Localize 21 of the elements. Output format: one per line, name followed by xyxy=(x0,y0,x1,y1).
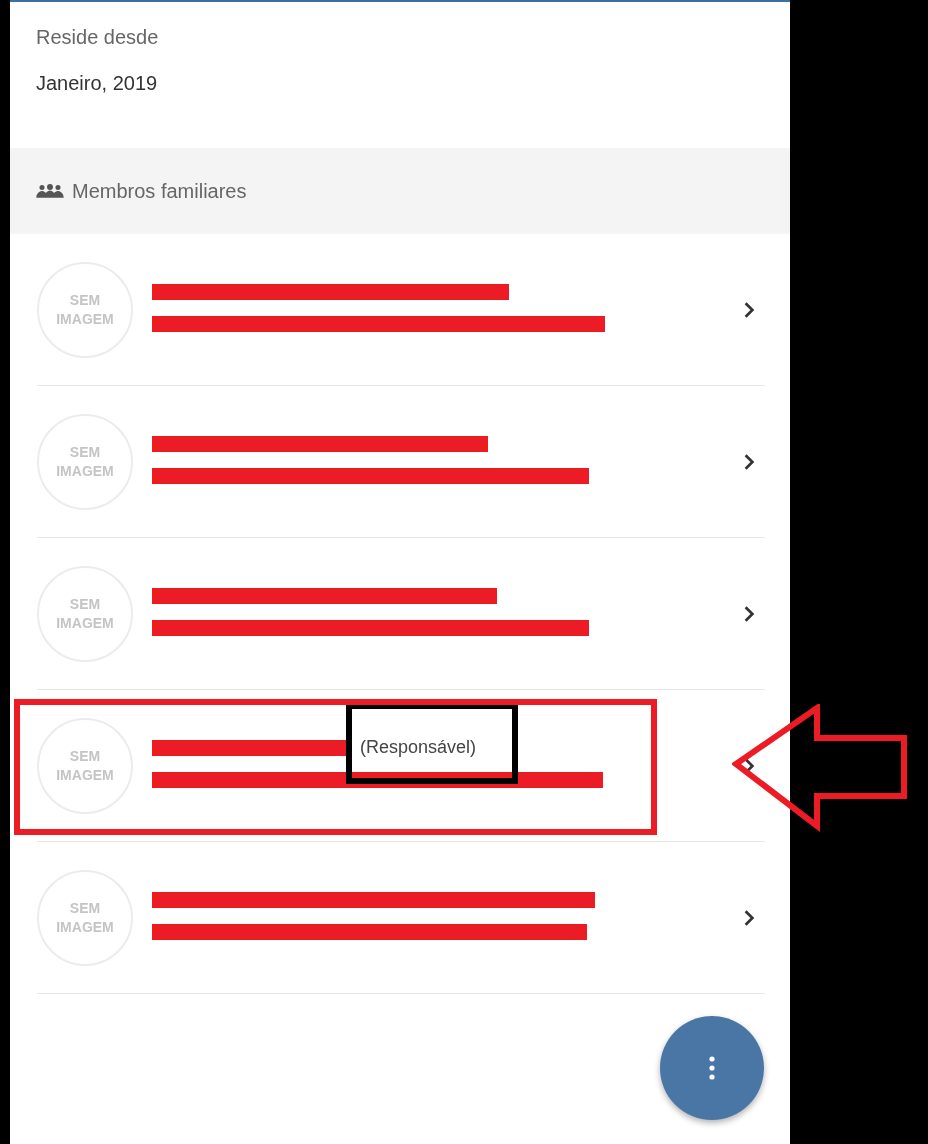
chevron-right-icon xyxy=(743,908,755,927)
member-row[interactable]: SEM IMAGEM xyxy=(37,842,765,994)
avatar-placeholder: SEM IMAGEM xyxy=(37,413,133,510)
avatar-placeholder: SEM IMAGEM xyxy=(37,261,133,358)
more-options-button[interactable] xyxy=(660,1016,764,1120)
responsible-label: (Responsável) xyxy=(360,737,477,757)
member-row[interactable]: SEM IMAGEM xyxy=(37,538,765,690)
member-row[interactable]: SEM IMAGEM xyxy=(37,386,765,538)
avatar-placeholder: SEM IMAGEM xyxy=(37,565,133,662)
chevron-right-icon xyxy=(743,604,755,623)
field-value: Janeiro, 2019 xyxy=(36,72,159,95)
member-row[interactable]: SEM IMAGEM xyxy=(37,234,765,386)
chevron-right-icon xyxy=(743,452,755,471)
section-title: Membros familiares xyxy=(72,179,247,203)
field-label: Reside desde xyxy=(36,26,160,49)
more-vert-icon xyxy=(709,1056,715,1080)
avatar-placeholder: SEM IMAGEM xyxy=(37,717,133,814)
member-row[interactable]: SEM IMAGEM (Responsável) xyxy=(37,690,765,842)
chevron-right-icon xyxy=(743,300,755,319)
people-icon xyxy=(36,183,64,199)
avatar-placeholder: SEM IMAGEM xyxy=(37,869,133,966)
